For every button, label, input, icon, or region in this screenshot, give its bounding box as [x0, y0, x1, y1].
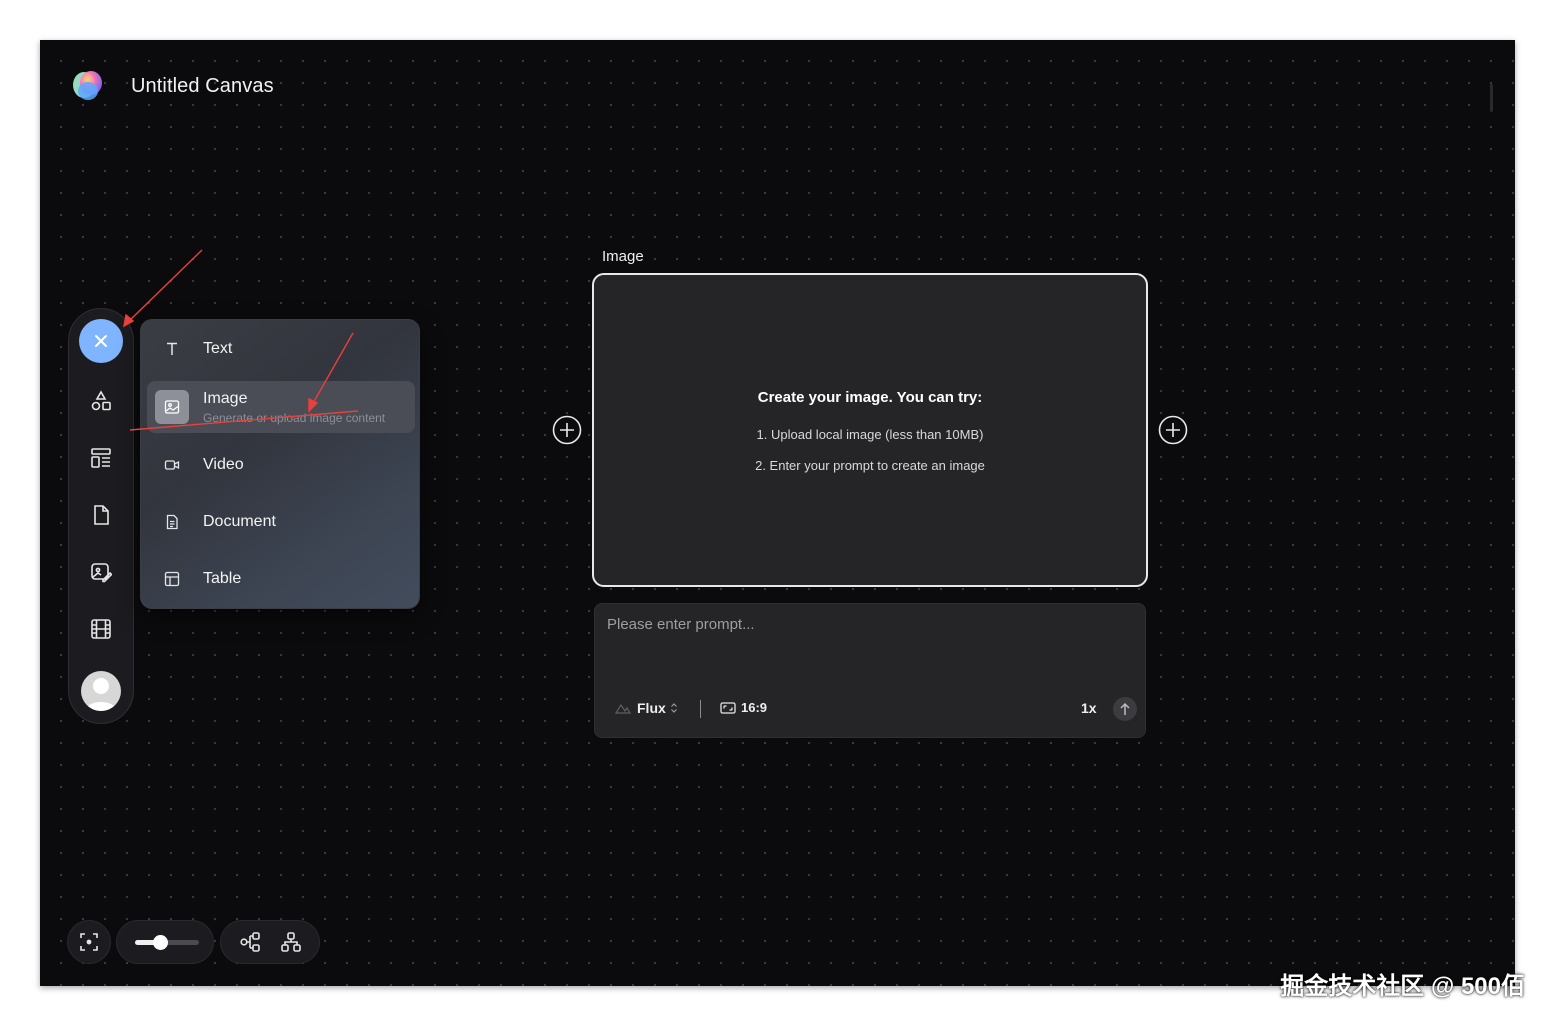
close-menu-button[interactable]	[79, 319, 123, 363]
prompt-input[interactable]	[607, 616, 1135, 666]
menu-item-document[interactable]: Document	[147, 505, 415, 539]
menu-item-video[interactable]: Video	[147, 448, 415, 482]
file-icon	[94, 505, 109, 525]
output-count[interactable]: 1x	[1081, 700, 1097, 716]
app-logo	[73, 71, 102, 100]
user-icon	[85, 678, 117, 711]
send-button[interactable]	[1113, 697, 1137, 721]
close-icon	[95, 335, 107, 347]
node-tip: 2. Enter your prompt to create an image	[755, 458, 985, 473]
film-icon	[91, 619, 111, 639]
layout-template-icon	[91, 448, 111, 468]
shapes-icon	[91, 390, 111, 411]
focus-icon	[80, 933, 98, 951]
fit-view-button[interactable]	[67, 920, 111, 964]
zoom-thumb[interactable]	[153, 935, 168, 950]
aspect-ratio-icon	[720, 701, 736, 714]
document-icon	[155, 505, 189, 539]
node-label: Image	[602, 248, 644, 265]
zoom-slider[interactable]	[116, 920, 214, 964]
divider	[700, 700, 701, 718]
user-avatar[interactable]	[81, 671, 121, 711]
hierarchy-icon[interactable]	[280, 931, 302, 953]
add-right-button[interactable]	[1158, 415, 1188, 445]
canvas-title[interactable]: Untitled Canvas	[131, 75, 274, 98]
mountain-icon	[615, 703, 631, 714]
zoom-track[interactable]	[135, 935, 199, 950]
image-edit-icon	[91, 563, 112, 583]
file-button[interactable]	[85, 499, 117, 531]
canvas-app[interactable]: Untitled Canvas Text Image Generate or u…	[40, 40, 1515, 986]
add-node-menu: Text Image Generate or upload image cont…	[140, 319, 420, 609]
video-library-button[interactable]	[85, 613, 117, 645]
chevron-updown-icon	[670, 703, 677, 713]
left-toolbar	[68, 308, 134, 724]
node-tip: 1. Upload local image (less than 10MB)	[756, 427, 984, 442]
menu-item-text[interactable]: Text	[147, 332, 415, 366]
add-left-button[interactable]	[552, 415, 582, 445]
model-selector[interactable]: Flux	[615, 700, 678, 716]
image-edit-button[interactable]	[85, 556, 117, 588]
menu-item-table[interactable]: Table	[147, 562, 415, 596]
aspect-ratio-selector[interactable]: 16:9	[720, 700, 767, 715]
templates-button[interactable]	[85, 442, 117, 474]
watermark: 掘金技术社区 @ 500佰	[1280, 973, 1525, 1000]
shapes-button[interactable]	[85, 385, 117, 417]
image-node[interactable]: Create your image. You can try: 1. Uploa…	[592, 273, 1148, 587]
layout-controls	[220, 920, 320, 964]
node-heading: Create your image. You can try:	[757, 389, 983, 406]
video-icon	[155, 448, 189, 482]
text-icon	[155, 332, 189, 366]
table-icon	[155, 562, 189, 596]
share-nodes-icon[interactable]	[239, 931, 261, 953]
arrow-up-icon	[1120, 702, 1130, 715]
menu-item-image[interactable]: Image Generate or upload image content	[147, 381, 415, 433]
prompt-panel: Flux 16:9 1x	[594, 603, 1146, 738]
header: Untitled Canvas	[70, 68, 274, 104]
panel-handle[interactable]	[1490, 84, 1493, 112]
image-icon	[155, 390, 189, 424]
